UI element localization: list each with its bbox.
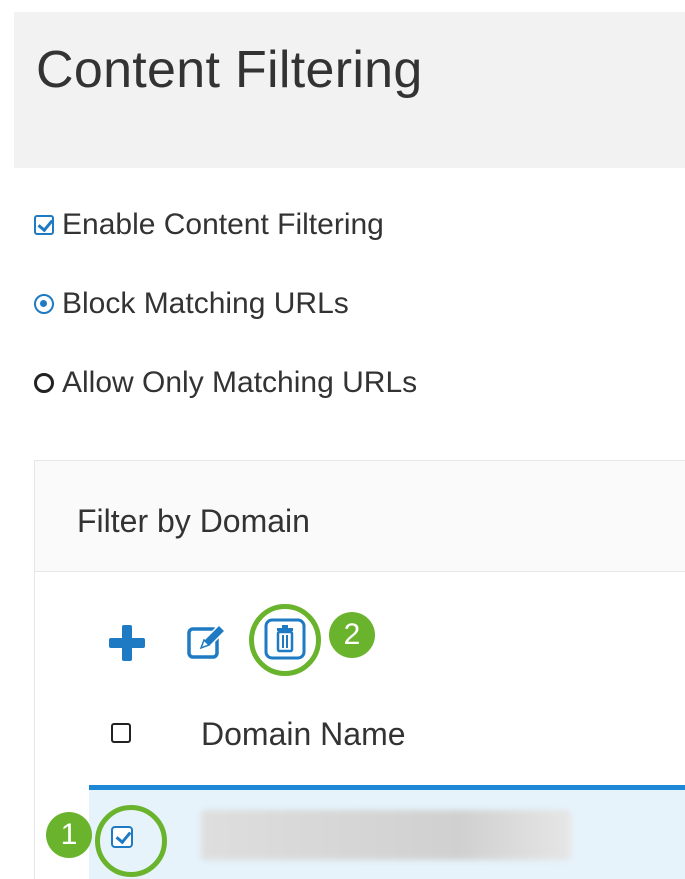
enable-content-filtering-checkbox[interactable] <box>34 215 54 235</box>
block-matching-urls-option[interactable]: Block Matching URLs <box>34 287 349 321</box>
allow-only-matching-urls-label: Allow Only Matching URLs <box>62 366 418 399</box>
domain-name-column-header: Domain Name <box>201 716 406 752</box>
edit-icon[interactable] <box>185 620 229 664</box>
domain-name-cell <box>201 810 571 860</box>
allow-only-matching-urls-option[interactable]: Allow Only Matching URLs <box>34 366 417 400</box>
plus-icon[interactable] <box>107 623 147 663</box>
panel-title: Filter by Domain <box>77 503 310 539</box>
allow-only-matching-urls-radio[interactable] <box>34 373 54 393</box>
select-all-checkbox[interactable] <box>111 723 131 743</box>
page-header: Content Filtering <box>14 12 685 168</box>
block-matching-urls-label: Block Matching URLs <box>62 287 349 320</box>
enable-content-filtering-label: Enable Content Filtering <box>62 208 384 241</box>
block-matching-urls-radio[interactable] <box>34 294 54 314</box>
row-checkbox-highlight-ring <box>95 805 167 877</box>
page-title: Content Filtering <box>36 41 423 99</box>
enable-content-filtering-option[interactable]: Enable Content Filtering <box>34 208 384 242</box>
step-1-badge: 1 <box>46 812 92 858</box>
panel-header: Filter by Domain <box>35 461 685 572</box>
step-2-badge: 2 <box>329 612 375 658</box>
delete-highlight-ring <box>249 604 321 676</box>
